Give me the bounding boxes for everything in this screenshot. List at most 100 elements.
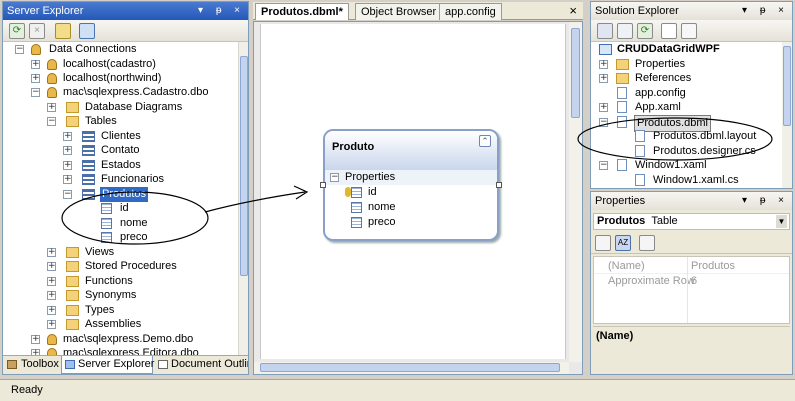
solution-explorer-titlebar[interactable]: Solution Explorer ▾ ᵽ ×: [591, 2, 792, 20]
tab-app-config[interactable]: app.config: [439, 3, 502, 20]
panel-window-buttons[interactable]: ▾ ᵽ ×: [742, 192, 789, 210]
collapse-icon[interactable]: −: [31, 88, 40, 97]
tree-item-assemblies[interactable]: + Assemblies: [47, 317, 237, 332]
tree-item-synonyms[interactable]: + Synonyms: [47, 288, 237, 303]
tree-item-stored-procedures[interactable]: + Stored Procedures: [47, 259, 237, 274]
expand-icon[interactable]: +: [63, 132, 72, 141]
tree-item-references[interactable]: + References: [599, 71, 779, 86]
collapse-icon[interactable]: −: [599, 161, 608, 170]
refresh-icon[interactable]: ⟳: [9, 23, 25, 39]
collapse-icon[interactable]: −: [47, 117, 56, 126]
collapse-icon[interactable]: −: [63, 190, 72, 199]
property-pages-icon[interactable]: [639, 235, 655, 251]
connect-to-server-icon[interactable]: [79, 23, 95, 39]
scrollbar-thumb[interactable]: [783, 46, 791, 126]
panel-window-buttons[interactable]: ▾ ᵽ ×: [198, 2, 245, 20]
tree-item-table-clientes[interactable]: + Clientes: [63, 129, 233, 144]
chevron-down-icon[interactable]: ▼: [776, 215, 787, 228]
expand-icon[interactable]: +: [47, 277, 56, 286]
tab-document-outline[interactable]: Document Outline: [155, 356, 248, 374]
tree-item-designer-cs[interactable]: Produtos.designer.cs: [635, 144, 785, 159]
tree-item-functions[interactable]: + Functions: [47, 274, 237, 289]
connect-to-database-icon[interactable]: [55, 23, 71, 39]
expand-icon[interactable]: +: [47, 262, 56, 271]
close-document-icon[interactable]: ×: [569, 2, 577, 19]
categorized-icon[interactable]: [595, 235, 611, 251]
server-explorer-titlebar[interactable]: Server Explorer ▾ ᵽ ×: [3, 2, 248, 20]
resize-handle-left[interactable]: [320, 182, 326, 188]
panel-window-buttons[interactable]: ▾ ᵽ ×: [742, 2, 789, 20]
tree-item-conn-cadastro[interactable]: + localhost(cadastro): [31, 57, 231, 72]
stop-refresh-icon[interactable]: ×: [29, 23, 45, 39]
tree-item-column-preco[interactable]: preco: [101, 230, 181, 245]
view-designer-icon[interactable]: [681, 23, 697, 39]
tree-item-produtos-dbml[interactable]: − Produtos.dbml: [599, 115, 779, 132]
expand-icon[interactable]: +: [31, 335, 40, 344]
entity-property-preco[interactable]: preco: [345, 215, 485, 230]
tree-item-table-contato[interactable]: + Contato: [63, 143, 233, 158]
tree-item-properties[interactable]: + Properties: [599, 57, 779, 72]
tree-item-window1-xaml[interactable]: − Window1.xaml: [599, 158, 779, 173]
tab-object-browser[interactable]: Object Browser: [355, 3, 443, 20]
object-selector[interactable]: Produtos Table ▼: [593, 213, 790, 230]
view-code-icon[interactable]: [661, 23, 677, 39]
expand-icon[interactable]: +: [599, 60, 608, 69]
scrollbar-thumb[interactable]: [571, 28, 580, 118]
entity-produto[interactable]: Produto ⌃ − Properties id nome preco: [323, 129, 499, 241]
properties-icon[interactable]: [597, 23, 613, 39]
tree-item-data-connections[interactable]: − Data Connections: [15, 42, 215, 57]
dbml-designer-surface[interactable]: Produto ⌃ − Properties id nome preco: [253, 21, 583, 375]
expand-icon[interactable]: +: [63, 161, 72, 170]
properties-section-header[interactable]: − Properties: [325, 170, 497, 185]
entity-collapse-icon[interactable]: ⌃: [479, 135, 491, 147]
server-explorer-scrollbar[interactable]: [238, 42, 248, 356]
tree-item-window1-cs[interactable]: Window1.xaml.cs: [635, 173, 785, 188]
show-all-files-icon[interactable]: [617, 23, 633, 39]
expand-icon[interactable]: +: [63, 175, 72, 184]
tab-produtos-dbml[interactable]: Produtos.dbml*: [255, 3, 349, 20]
scrollbar-thumb[interactable]: [240, 56, 248, 276]
expand-icon[interactable]: +: [599, 103, 608, 112]
expand-icon[interactable]: +: [31, 60, 40, 69]
tree-item-conn-northwind[interactable]: + localhost(northwind): [31, 71, 231, 86]
expand-icon[interactable]: +: [47, 291, 56, 300]
scrollbar-thumb[interactable]: [260, 363, 560, 372]
collapse-icon[interactable]: −: [599, 118, 608, 127]
entity-header[interactable]: Produto ⌃: [325, 131, 497, 170]
tree-item-app-xaml[interactable]: + App.xaml: [599, 100, 779, 115]
expand-icon[interactable]: +: [599, 74, 608, 83]
tree-item-table-produtos[interactable]: − Produtos: [63, 187, 233, 202]
properties-titlebar[interactable]: Properties ▾ ᵽ ×: [591, 192, 792, 210]
tab-toolbox[interactable]: Toolbox: [5, 356, 61, 374]
designer-horizontal-scrollbar[interactable]: [254, 362, 569, 374]
tree-item-column-nome[interactable]: nome: [101, 216, 181, 231]
tree-item-table-estados[interactable]: + Estados: [63, 158, 233, 173]
tree-item-app-config[interactable]: app.config: [599, 86, 779, 101]
expand-icon[interactable]: +: [47, 306, 56, 315]
collapse-icon[interactable]: −: [330, 173, 339, 182]
expand-icon[interactable]: +: [47, 320, 56, 329]
designer-vertical-scrollbar[interactable]: [569, 22, 582, 362]
tree-item-database-diagrams[interactable]: + Database Diagrams: [47, 100, 237, 115]
property-row[interactable]: Approximate Row 6: [594, 274, 789, 289]
tab-server-explorer[interactable]: Server Explorer: [61, 356, 154, 374]
tree-item-conn-demo[interactable]: + mac\sqlexpress.Demo.dbo: [31, 332, 241, 347]
expand-icon[interactable]: +: [31, 74, 40, 83]
resize-handle-right[interactable]: [496, 182, 502, 188]
expand-icon[interactable]: +: [47, 103, 56, 112]
tree-item-table-funcionarios[interactable]: + Funcionarios: [63, 172, 233, 187]
expand-icon[interactable]: +: [63, 146, 72, 155]
tree-item-dbml-layout[interactable]: Produtos.dbml.layout: [635, 129, 785, 144]
entity-property-id[interactable]: id: [345, 185, 485, 200]
tree-item-project[interactable]: CRUDDataGridWPF: [599, 42, 779, 57]
solution-explorer-scrollbar[interactable]: [782, 42, 792, 188]
entity-property-nome[interactable]: nome: [345, 200, 485, 215]
tree-item-views[interactable]: + Views: [47, 245, 237, 260]
refresh-icon[interactable]: ⟳: [637, 23, 653, 39]
alphabetical-icon[interactable]: AZ: [615, 235, 631, 251]
property-row[interactable]: (Name) Produtos: [594, 259, 789, 274]
tree-item-types[interactable]: + Types: [47, 303, 237, 318]
tree-item-column-id[interactable]: id: [101, 201, 181, 216]
tree-item-tables[interactable]: − Tables: [47, 114, 237, 129]
tree-item-conn-cadastro-dbo[interactable]: − mac\sqlexpress.Cadastro.dbo: [31, 85, 241, 100]
